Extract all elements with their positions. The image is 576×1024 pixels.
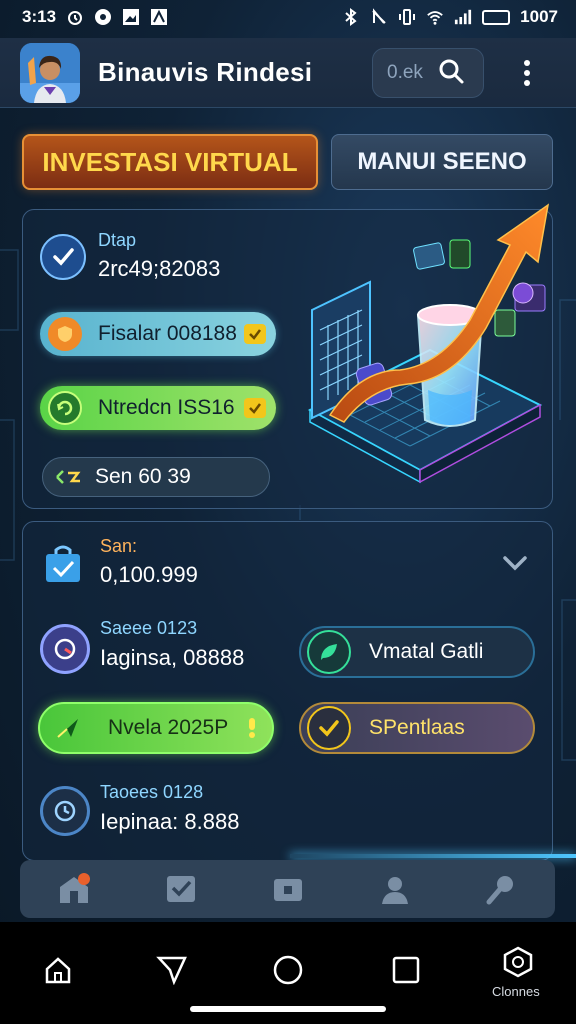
tasks-icon[interactable] (161, 869, 201, 909)
bag-icon (44, 544, 82, 584)
leaf-icon (307, 630, 351, 674)
share-icon[interactable] (152, 950, 192, 990)
refresh-icon (48, 391, 82, 425)
mute-icon (370, 8, 388, 26)
gallery-icon (122, 8, 140, 26)
avatar-icon[interactable] (20, 42, 80, 103)
settings-icon[interactable] (482, 869, 522, 909)
battery-label: 1007 (520, 7, 558, 26)
spentlaas-button[interactable]: SPentlaas (299, 702, 535, 754)
clock-icon (40, 786, 90, 836)
app-header: Binauvis Rindesi 0.ek (0, 38, 576, 108)
portfolio-title: Dtap (98, 230, 137, 250)
pill-label: Ntredcn ISS16 (98, 396, 235, 419)
pill-fisalar[interactable]: Fisalar 008188 (40, 312, 276, 356)
check-badge-icon (244, 324, 266, 344)
shield-icon (48, 317, 82, 351)
stat-2-big: Iepinaa: 8.888 (100, 809, 240, 834)
battery-icon (482, 9, 511, 25)
search-input[interactable]: 0.ek (387, 62, 423, 84)
investment-growth-illustration (307, 203, 550, 484)
chevron-icon[interactable] (502, 553, 528, 580)
wallet-icon[interactable] (268, 869, 308, 909)
bluetooth-icon (342, 8, 360, 26)
exclaim-icon (246, 718, 258, 738)
home-app-icon[interactable] (54, 869, 94, 909)
pill-ntredcn[interactable]: Ntredcn ISS16 (40, 386, 276, 430)
kebab-menu-icon[interactable] (514, 56, 540, 90)
check-badge-icon (244, 398, 266, 418)
search-icon[interactable] (437, 57, 465, 90)
summary-value: 0,100.999 (100, 562, 198, 587)
profile-icon[interactable] (375, 869, 415, 909)
vibrate-icon (398, 8, 416, 26)
nvela-button[interactable]: Nvela 2025P (38, 702, 274, 754)
status-time: 3:13 (22, 7, 57, 26)
pill-label: Fisalar 008188 (98, 322, 237, 345)
clones-label: Clonnes (492, 984, 540, 999)
wifi-icon (426, 8, 444, 26)
home-icon[interactable] (38, 950, 78, 990)
button-label: Vmatal Gatli (369, 640, 484, 663)
app-bottom-nav (20, 860, 555, 918)
button-label: SPentlaas (369, 716, 465, 739)
gauge-icon (40, 624, 90, 674)
notification-icon (150, 8, 168, 26)
summary-title: San: (100, 536, 138, 556)
transfer-icon (51, 460, 85, 494)
circle-home-icon[interactable] (268, 950, 308, 990)
alarm-icon (66, 8, 84, 26)
clones-icon[interactable] (498, 942, 538, 982)
check-circle-icon (40, 234, 86, 280)
highlight-bar (290, 854, 576, 858)
tab-investasi-virtual[interactable]: INVESTASI VIRTUAL (22, 134, 318, 190)
vmatal-gatli-button[interactable]: Vmatal Gatli (299, 626, 535, 678)
home-indicator[interactable] (190, 1006, 386, 1012)
pill-sen[interactable]: Sen 60 39 (42, 457, 270, 497)
stat-1-small: Saeee 0123 (100, 618, 198, 638)
app-title: Binauvis Rindesi (98, 57, 313, 87)
portfolio-value: 2rc49;82083 (98, 256, 221, 281)
button-label: Nvela 2025P (108, 716, 229, 739)
send-icon (46, 706, 90, 750)
status-bar: 3:13 1007 (0, 0, 576, 34)
recents-icon[interactable] (386, 950, 426, 990)
tab-manui-seeno[interactable]: MANUI SEENO (331, 134, 553, 190)
search-box[interactable]: 0.ek (372, 48, 484, 98)
check-icon (307, 706, 351, 750)
media-icon (94, 8, 112, 26)
pill-label: Sen 60 39 (95, 465, 191, 488)
signal-icon (454, 8, 472, 26)
stat-2-small: Taoees 0128 (100, 782, 204, 802)
stat-1-big: Iaginsa, 08888 (100, 645, 245, 670)
